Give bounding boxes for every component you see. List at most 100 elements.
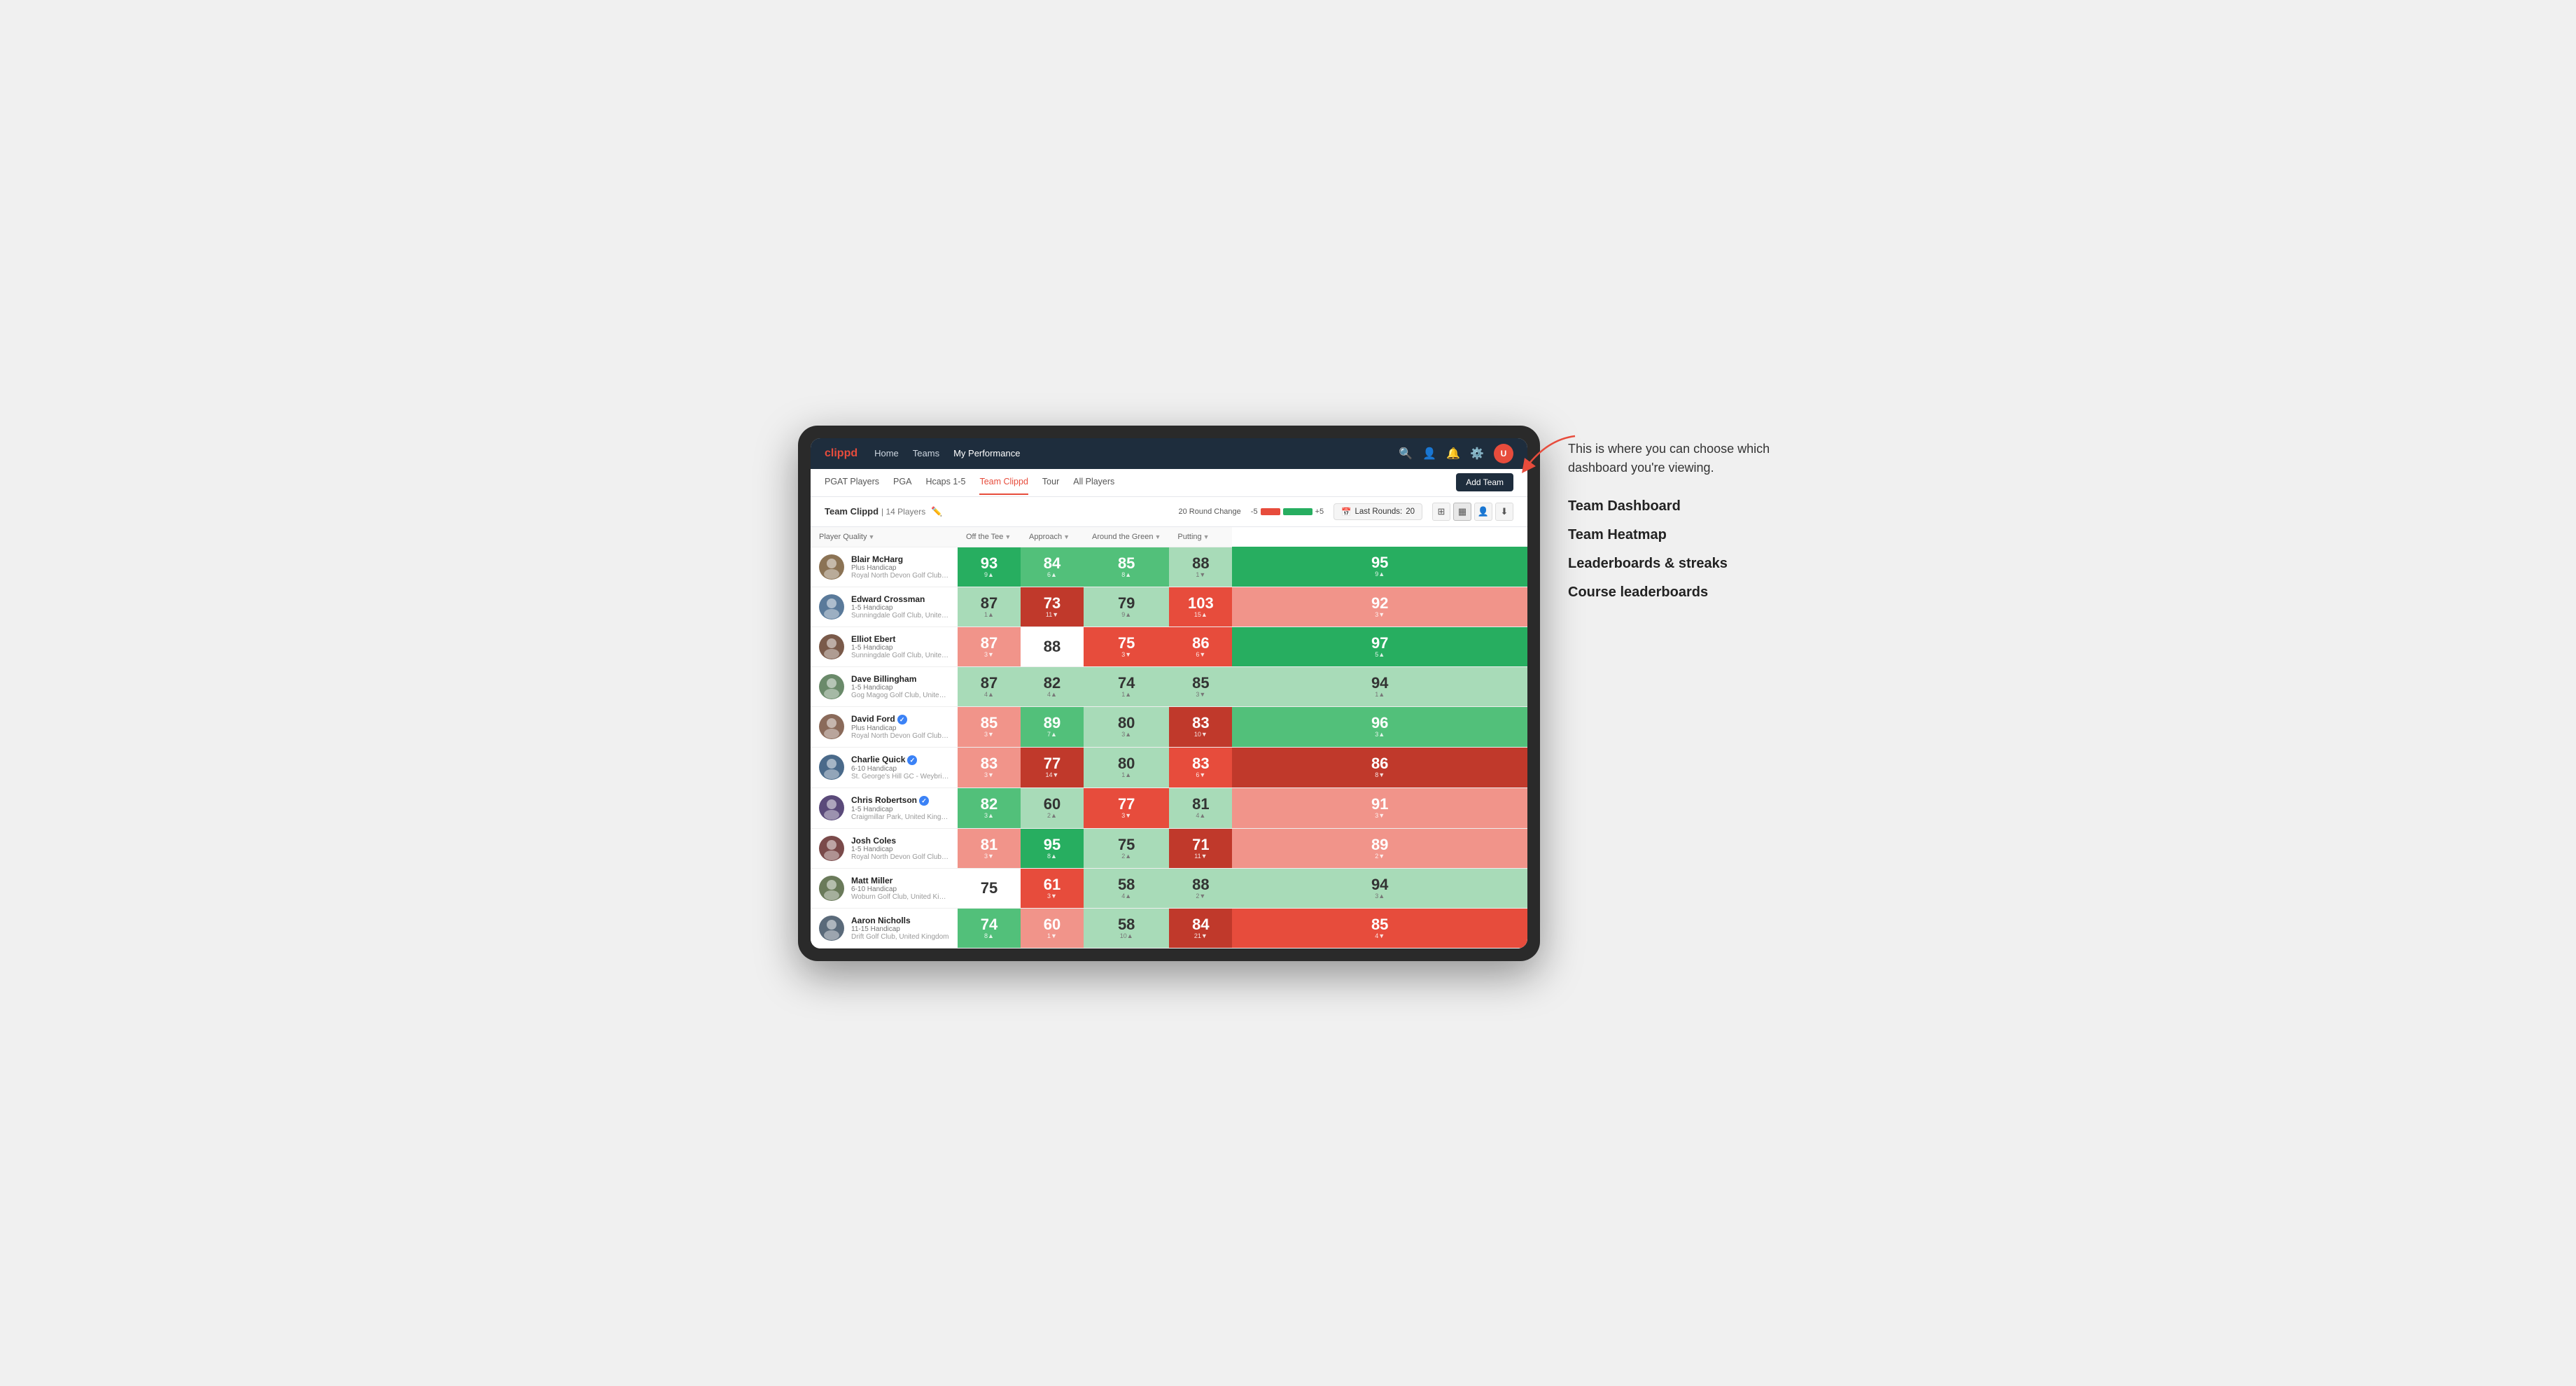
score-change: 3▲: [1375, 731, 1385, 738]
nav-my-performance[interactable]: My Performance: [953, 445, 1020, 461]
player-cell[interactable]: Elliot Ebert 1-5 Handicap Sunningdale Go…: [811, 626, 958, 666]
player-cell[interactable]: Charlie Quick✓ 6-10 Handicap St. George'…: [811, 747, 958, 788]
score-cell: 74 8▲: [958, 908, 1021, 948]
score-cell: 60 1▼: [1021, 908, 1084, 948]
score-value: 87: [981, 636, 997, 651]
score-cell: 87 4▲: [958, 666, 1021, 706]
score-change: 10▼: [1194, 731, 1208, 738]
player-cell[interactable]: Chris Robertson✓ 1-5 Handicap Craigmilla…: [811, 788, 958, 828]
score-value: 86: [1192, 636, 1209, 651]
score-value: 81: [1192, 797, 1209, 812]
col-around-green[interactable]: Around the Green▼: [1084, 527, 1169, 547]
player-avatar: [819, 674, 844, 699]
nav-home[interactable]: Home: [874, 445, 899, 461]
player-cell[interactable]: Josh Coles 1-5 Handicap Royal North Devo…: [811, 828, 958, 868]
score-cell: 94 1▲: [1232, 666, 1527, 706]
player-cell[interactable]: Matt Miller 6-10 Handicap Woburn Golf Cl…: [811, 868, 958, 908]
avatar[interactable]: U: [1494, 444, 1513, 463]
score-inner: 86 6▼: [1169, 627, 1232, 666]
tab-pga[interactable]: PGA: [893, 470, 911, 495]
table-row: Elliot Ebert 1-5 Handicap Sunningdale Go…: [811, 626, 1527, 666]
search-icon[interactable]: 🔍: [1399, 447, 1413, 461]
player-name: Chris Robertson✓: [851, 795, 949, 806]
tablet-screen: clippd Home Teams My Performance 🔍 👤 🔔 ⚙…: [811, 438, 1527, 948]
change-minus: -5: [1251, 507, 1258, 516]
user-icon[interactable]: 👤: [1422, 447, 1436, 461]
score-cell: 82 4▲: [1021, 666, 1084, 706]
nav-links: Home Teams My Performance: [874, 445, 1399, 461]
score-change: 3▼: [984, 853, 994, 860]
download-button[interactable]: ⬇: [1495, 503, 1513, 521]
score-value: 86: [1371, 756, 1388, 771]
col-putting[interactable]: Putting▼: [1169, 527, 1232, 547]
add-team-button[interactable]: Add Team: [1456, 473, 1513, 491]
bell-icon[interactable]: 🔔: [1446, 447, 1460, 461]
nav-teams[interactable]: Teams: [913, 445, 939, 461]
score-inner: 88 2▼: [1169, 869, 1232, 908]
score-change: 21▼: [1194, 932, 1208, 939]
score-inner: 86 8▼: [1232, 748, 1527, 788]
score-change: 1▲: [1121, 691, 1131, 698]
score-value: 82: [981, 797, 997, 812]
score-cell: 84 21▼: [1169, 908, 1232, 948]
score-change: 3▼: [984, 651, 994, 658]
logo[interactable]: clippd: [825, 447, 858, 460]
grid-view-button[interactable]: ⊞: [1432, 503, 1450, 521]
tablet-frame: clippd Home Teams My Performance 🔍 👤 🔔 ⚙…: [798, 426, 1540, 961]
last-rounds-button[interactable]: 📅 Last Rounds: 20: [1334, 503, 1422, 520]
player-avatar: [819, 755, 844, 780]
score-change: 5▲: [1375, 651, 1385, 658]
score-value: 81: [981, 837, 997, 853]
player-handicap: 1-5 Handicap: [851, 644, 949, 652]
score-value: 83: [981, 756, 997, 771]
score-cell: 85 8▲: [1084, 547, 1169, 587]
page-wrapper: clippd Home Teams My Performance 🔍 👤 🔔 ⚙…: [798, 426, 1778, 961]
score-inner: 95 8▲: [1021, 829, 1084, 868]
settings-icon[interactable]: ⚙️: [1470, 447, 1484, 461]
score-inner: 87 3▼: [958, 627, 1021, 666]
tab-hcaps[interactable]: Hcaps 1-5: [925, 470, 965, 495]
player-cell[interactable]: Edward Crossman 1-5 Handicap Sunningdale…: [811, 587, 958, 626]
score-value: 103: [1188, 596, 1214, 611]
tab-tour[interactable]: Tour: [1042, 470, 1059, 495]
heatmap-view-button[interactable]: ▦: [1453, 503, 1471, 521]
player-avatar: [819, 836, 844, 861]
score-inner: 92 3▼: [1232, 587, 1527, 626]
tab-team-clippd[interactable]: Team Clippd: [979, 470, 1028, 495]
score-change: 2▼: [1375, 853, 1385, 860]
col-player-quality[interactable]: Player Quality▼: [811, 527, 958, 547]
score-cell: 82 3▲: [958, 788, 1021, 828]
player-cell[interactable]: Blair McHarg Plus Handicap Royal North D…: [811, 547, 958, 587]
score-value: 87: [981, 596, 997, 611]
score-inner: 85 4▼: [1232, 909, 1527, 948]
player-cell[interactable]: Aaron Nicholls 11-15 Handicap Drift Golf…: [811, 908, 958, 948]
round-change-label: 20 Round Change: [1178, 507, 1240, 516]
score-value: 83: [1192, 715, 1209, 731]
score-inner: 83 6▼: [1169, 748, 1232, 788]
table-row: Matt Miller 6-10 Handicap Woburn Golf Cl…: [811, 868, 1527, 908]
col-off-tee[interactable]: Off the Tee▼: [958, 527, 1021, 547]
last-rounds-value: 20: [1406, 507, 1415, 516]
score-inner: 83 3▼: [958, 748, 1021, 788]
score-cell: 80 3▲: [1084, 706, 1169, 747]
score-value: 74: [981, 917, 997, 932]
person-view-button[interactable]: 👤: [1474, 503, 1492, 521]
player-avatar: [819, 916, 844, 941]
score-value: 77: [1044, 756, 1060, 771]
player-cell[interactable]: David Ford✓ Plus Handicap Royal North De…: [811, 706, 958, 747]
player-handicap: 6-10 Handicap: [851, 765, 949, 773]
score-cell: 81 4▲: [1169, 788, 1232, 828]
score-inner: 87 1▲: [958, 587, 1021, 626]
annotation-item-1: Team Heatmap: [1568, 527, 1778, 543]
player-info: David Ford✓ Plus Handicap Royal North De…: [851, 714, 949, 740]
col-approach[interactable]: Approach▼: [1021, 527, 1084, 547]
tab-pgat-players[interactable]: PGAT Players: [825, 470, 879, 495]
player-cell[interactable]: Dave Billingham 1-5 Handicap Gog Magog G…: [811, 666, 958, 706]
annotation-item-2: Leaderboards & streaks: [1568, 556, 1778, 572]
score-value: 58: [1118, 877, 1135, 892]
score-change: 3▼: [1375, 812, 1385, 819]
player-handicap: Plus Handicap: [851, 724, 949, 732]
score-change: 15▲: [1194, 611, 1208, 618]
edit-icon[interactable]: ✏️: [931, 506, 942, 517]
tab-all-players[interactable]: All Players: [1073, 470, 1114, 495]
